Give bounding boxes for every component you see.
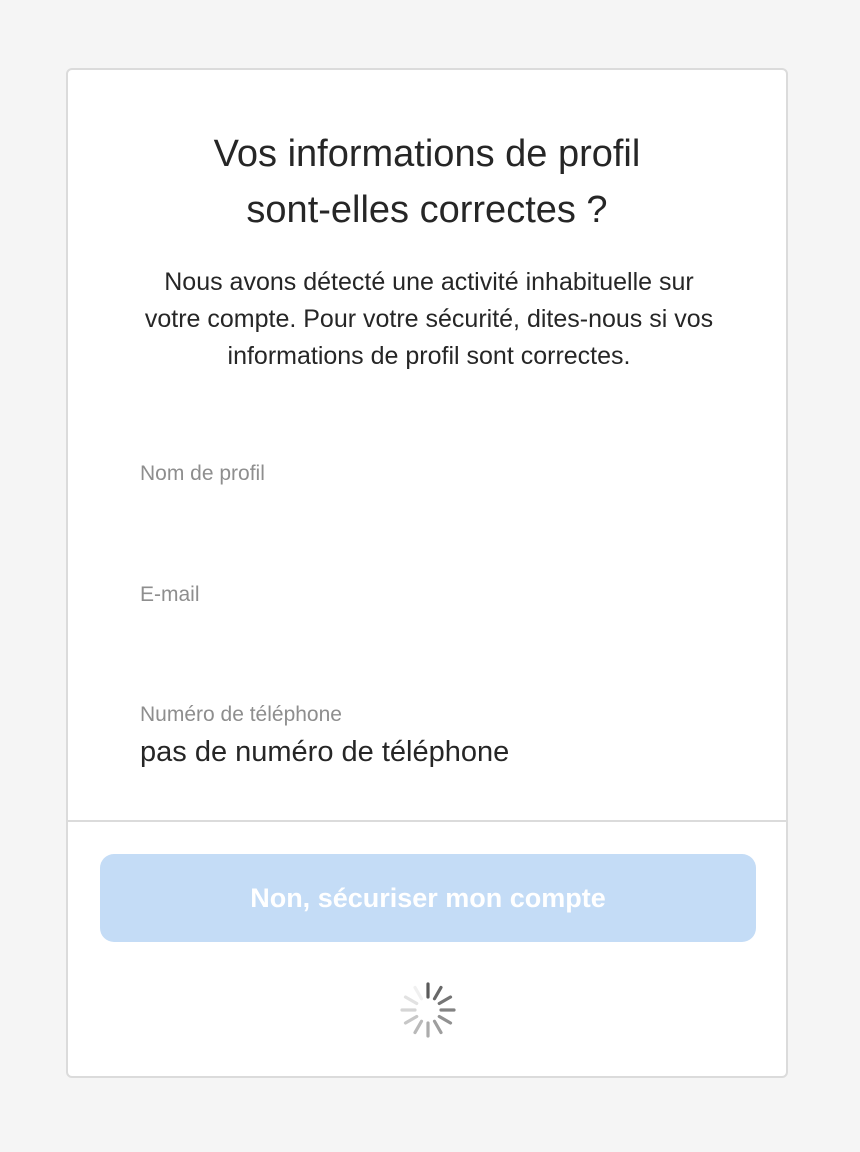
spinner-spoke [432, 985, 443, 1001]
spinner-spoke [403, 995, 419, 1006]
spinner-spoke [437, 995, 453, 1006]
phone-value: pas de numéro de téléphone [140, 736, 510, 768]
email-label: E-mail [140, 583, 200, 606]
spinner-icon [400, 982, 456, 1038]
dialog-title-line-1: Vos informations de profil [213, 133, 641, 175]
spinner-spoke [403, 1014, 419, 1025]
dialog-title-line-2: sont-elles correctes ? [246, 189, 608, 231]
section-divider [68, 820, 786, 822]
dialog-description: Nous avons détecté une activité inhabitu… [144, 268, 714, 370]
dialog-title: Vos informations de profil sont-elles co… [68, 126, 786, 238]
profile-verification-card: Vos informations de profil sont-elles co… [66, 68, 788, 1078]
spinner-spoke [413, 985, 424, 1001]
secure-account-button[interactable]: Non, sécuriser mon compte [100, 854, 756, 942]
spinner-spoke [437, 1014, 453, 1025]
spinner-spoke [413, 1019, 424, 1035]
profile-name-label: Nom de profil [140, 462, 265, 485]
spinner-spoke [432, 1019, 443, 1035]
phone-label: Numéro de téléphone [140, 703, 342, 726]
